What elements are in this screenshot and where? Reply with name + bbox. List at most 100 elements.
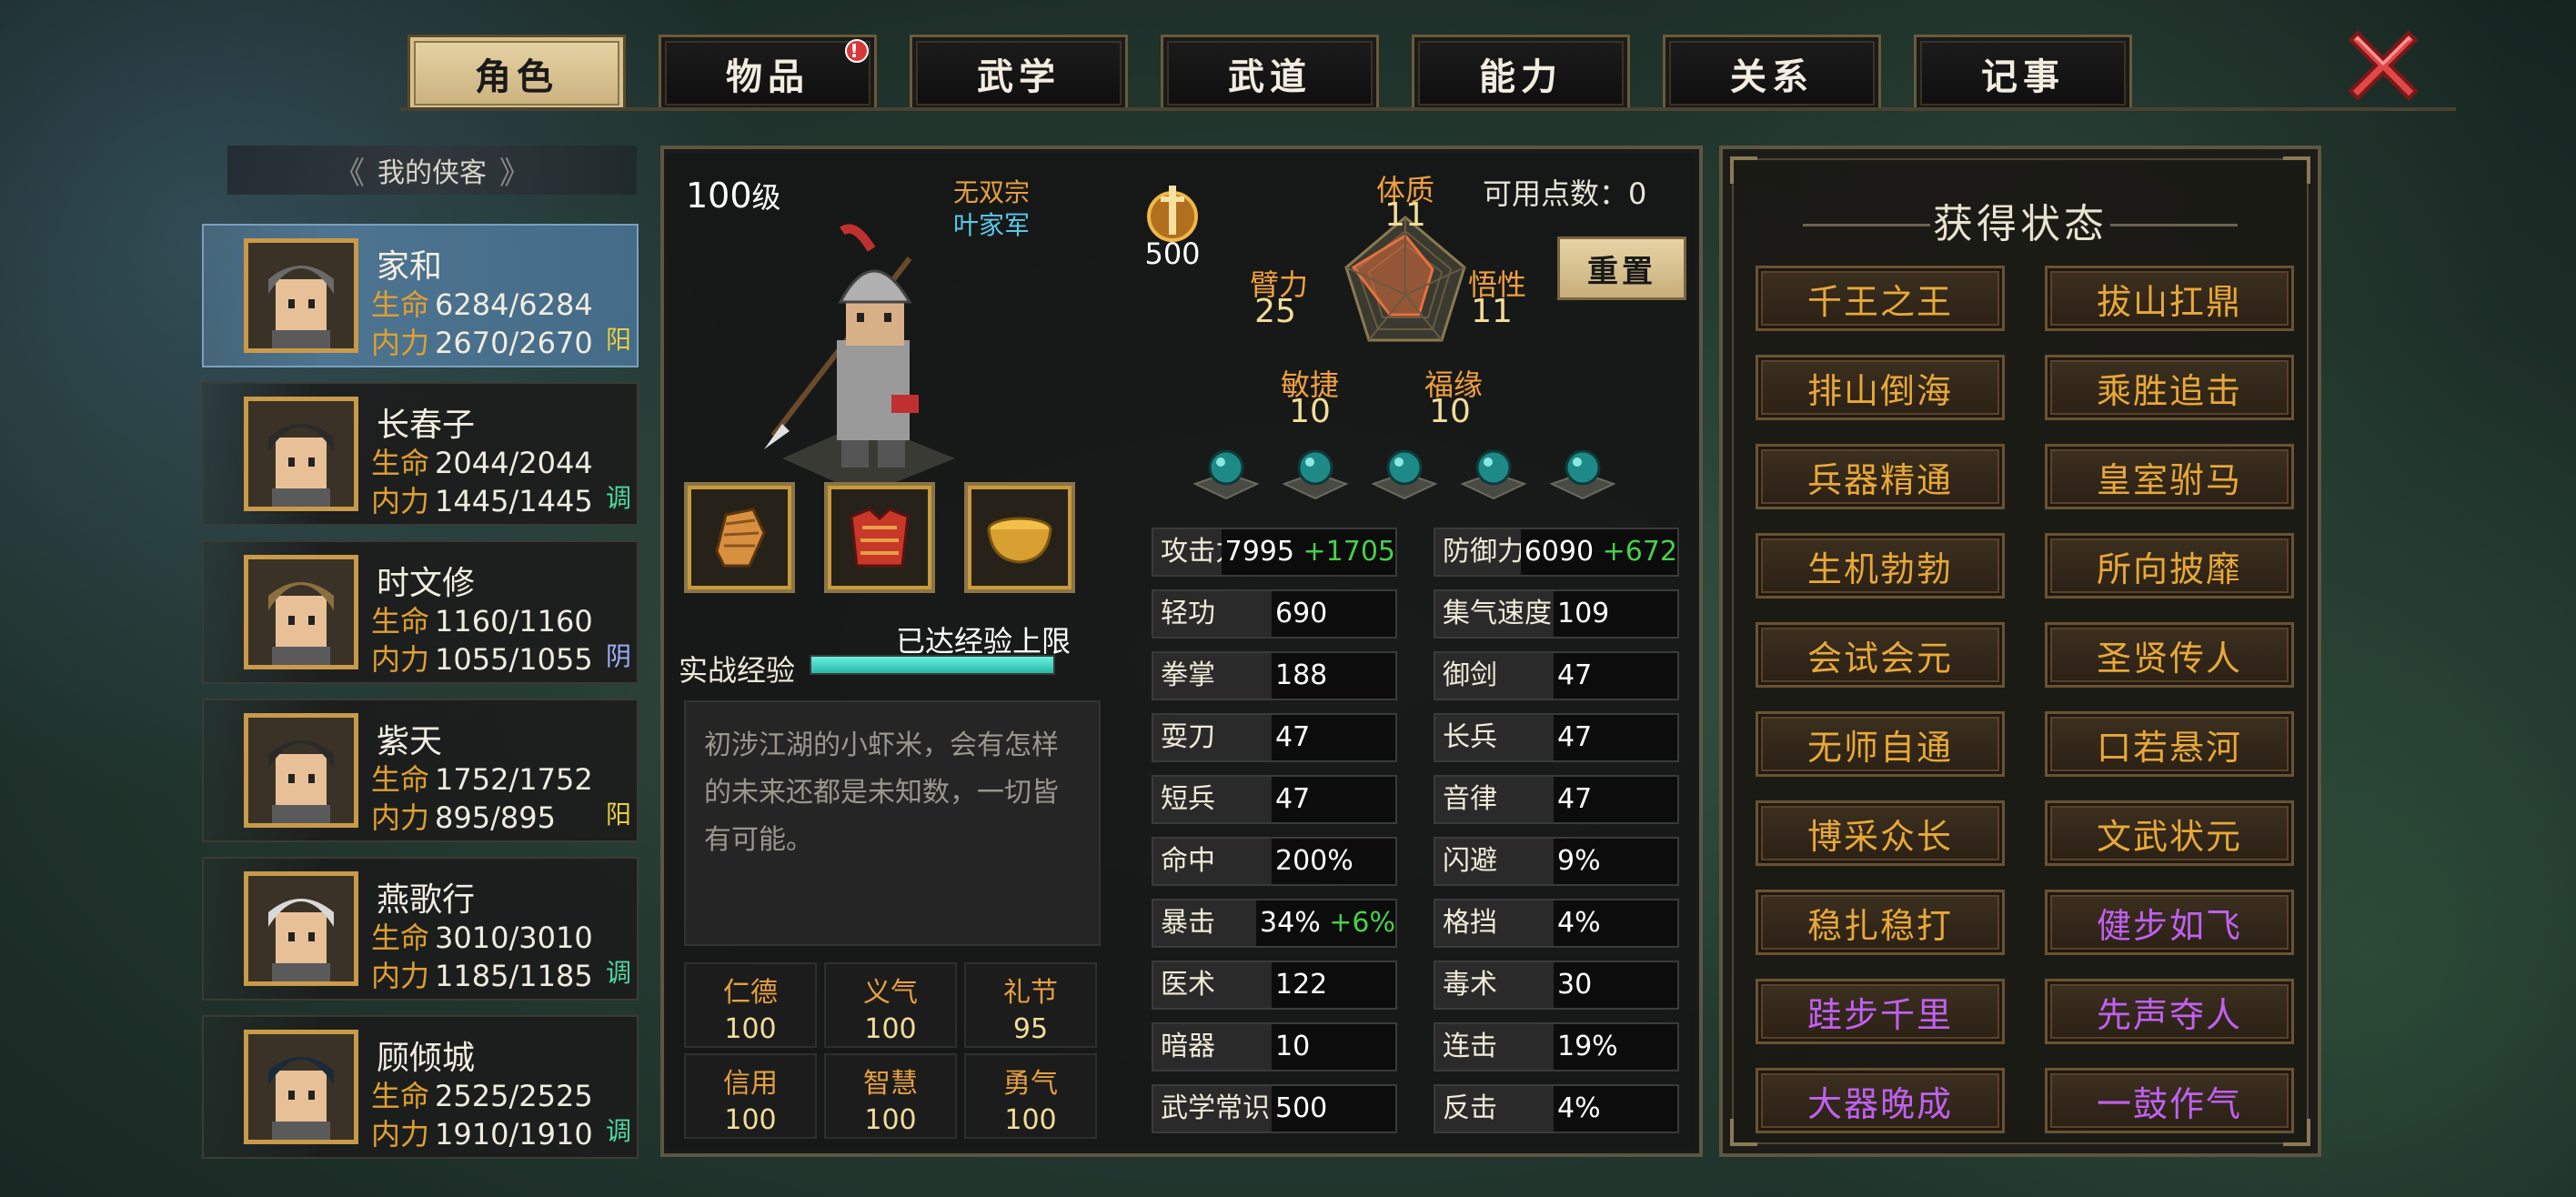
stat-name: 医术	[1153, 962, 1272, 1008]
status-effect-button[interactable]: 会试会元	[1756, 622, 2005, 688]
virtue-value: 95	[1012, 1013, 1049, 1045]
hero-hp: 生命 1752/1752	[371, 757, 593, 799]
mp-label: 内力	[371, 484, 430, 518]
status-effect-button[interactable]: 稳扎稳打	[1756, 890, 2005, 955]
hero-card[interactable]: 燕歌行 生命 3010/3010 内力 1185/1185 调	[202, 857, 639, 1001]
hero-card[interactable]: 顾倾城 生命 2525/2525 内力 1910/1910 调	[202, 1015, 639, 1159]
equip-slot-1[interactable]	[684, 482, 795, 593]
status-effect-button[interactable]: 排山倒海	[1756, 355, 2005, 420]
hero-hp: 生命 2525/2525	[371, 1073, 593, 1115]
hp-value: 3010/3010	[435, 920, 593, 955]
hero-card[interactable]: 家和 生命 6284/6284 内力 2670/2670 阳	[202, 224, 639, 367]
character-panel: 100级 无双宗 叶家军 实战经验 已达经验上限 初涉江湖的小虾米，会有怎样的未…	[660, 146, 1703, 1157]
tab-label: 能力	[1479, 55, 1563, 98]
virtue-name: 智慧	[863, 1068, 918, 1100]
close-button[interactable]	[2338, 20, 2429, 111]
hero-avatar-icon	[248, 1034, 354, 1140]
mp-label: 内力	[371, 326, 430, 360]
stat-value: 4%	[1557, 907, 1601, 939]
stat-value: 47	[1557, 659, 1593, 691]
stat-value: 188	[1275, 659, 1328, 691]
tab-1[interactable]: 物品!	[659, 35, 877, 109]
status-effect-button[interactable]: 乘胜追击	[2045, 355, 2294, 420]
equip-slot-2[interactable]	[824, 482, 935, 593]
tab-3[interactable]: 武道	[1161, 35, 1379, 109]
stat-name: 命中	[1153, 839, 1272, 884]
stat-value-box: 47	[1272, 715, 1395, 760]
status-effect-button[interactable]: 兵器精通	[1756, 444, 2005, 509]
tab-6[interactable]: 记事	[1914, 35, 2132, 109]
stat-value: 30	[1557, 969, 1593, 1001]
hero-avatar-icon	[248, 876, 354, 981]
status-effect-button[interactable]: 跬步千里	[1756, 979, 2005, 1044]
stat-value: 47	[1557, 783, 1593, 815]
attr-bili-value: 25	[1254, 293, 1296, 330]
stat-grid: 攻击力7995 +1705防御力6090 +672轻功690集气速度109拳掌1…	[1152, 528, 1679, 1133]
tab-0[interactable]: 角色	[408, 35, 626, 109]
stat-value-box: 47	[1554, 715, 1677, 760]
status-effect-button[interactable]: 一鼓作气	[2045, 1068, 2294, 1133]
stat-name: 武学常识	[1153, 1086, 1272, 1132]
hero-portrait	[244, 397, 358, 511]
stat-name: 反击	[1435, 1086, 1554, 1132]
status-effect-button[interactable]: 先声夺人	[2045, 979, 2294, 1044]
stat-name: 耍刀	[1153, 715, 1272, 760]
orb-slot[interactable]	[1370, 442, 1439, 506]
status-effect-button[interactable]: 大器晚成	[1756, 1068, 2005, 1133]
orb-slot[interactable]	[1281, 442, 1350, 506]
status-effect-button[interactable]: 拔山扛鼎	[2045, 266, 2294, 331]
points-value: 500	[1144, 236, 1201, 271]
hero-card[interactable]: 时文修 生命 1160/1160 内力 1055/1055 阴	[202, 540, 639, 684]
stat-value-box: 19%	[1554, 1024, 1677, 1070]
corner-ornament	[1730, 156, 1757, 184]
stat-name: 暴击	[1153, 900, 1257, 946]
stat-value-box: 109	[1554, 591, 1677, 637]
stat-name: 音律	[1435, 777, 1554, 822]
stat-row: 暗器 10	[1152, 1022, 1397, 1071]
status-effect-button[interactable]: 口若悬河	[2045, 711, 2294, 777]
stat-row: 短兵 47	[1152, 775, 1397, 824]
stat-value-box: 4%	[1554, 900, 1677, 946]
stat-value: 7995	[1224, 536, 1294, 568]
hero-list-header: 《 我的侠客 》	[227, 146, 637, 195]
orb-slot[interactable]	[1548, 442, 1617, 506]
orb-slot[interactable]	[1459, 442, 1528, 506]
hp-value: 1160/1160	[435, 604, 593, 639]
stat-name: 连击	[1435, 1024, 1554, 1070]
virtue-value: 100	[864, 1104, 917, 1136]
stat-value: 19%	[1557, 1031, 1618, 1062]
tab-label: 武道	[1228, 55, 1312, 98]
status-effect-button[interactable]: 圣贤传人	[2045, 622, 2294, 688]
tab-5[interactable]: 关系	[1663, 35, 1881, 109]
mp-label: 内力	[371, 642, 430, 677]
stat-value-box: 30	[1554, 962, 1677, 1008]
hp-label: 生命	[371, 287, 430, 322]
stat-value: 47	[1275, 783, 1311, 815]
hero-name: 家和	[377, 248, 443, 286]
hero-name: 顾倾城	[377, 1040, 476, 1077]
status-effect-button[interactable]: 千王之王	[1756, 266, 2005, 331]
stat-row: 攻击力7995 +1705	[1152, 528, 1397, 577]
status-panel-title: 获得状态	[1933, 201, 2108, 247]
hero-card[interactable]: 紫天 生命 1752/1752 内力 895/895 阳	[202, 699, 639, 842]
status-effect-button[interactable]: 生机勃勃	[1756, 533, 2005, 598]
stat-row: 集气速度 109	[1434, 589, 1679, 639]
status-effect-button[interactable]: 无师自通	[1756, 711, 2005, 777]
status-effect-button[interactable]: 博采众长	[1756, 800, 2005, 866]
equip-slot-3[interactable]	[964, 482, 1075, 593]
orb-slot[interactable]	[1192, 442, 1261, 506]
virtue-cell: 仁德 100	[684, 962, 817, 1048]
status-effect-button[interactable]: 健步如飞	[2045, 890, 2294, 955]
tab-4[interactable]: 能力	[1412, 35, 1630, 109]
status-effect-button[interactable]: 皇室驸马	[2045, 444, 2294, 509]
hero-mp: 内力 895/895	[371, 795, 556, 837]
virtue-cell: 礼节 95	[964, 962, 1097, 1048]
jade-orb-icon	[1371, 449, 1438, 500]
status-effect-button[interactable]: 文武状元	[2045, 800, 2294, 866]
status-effect-button[interactable]: 所向披靡	[2045, 533, 2294, 598]
tab-2[interactable]: 武学	[910, 35, 1128, 109]
stat-bonus: +6%	[1329, 907, 1395, 939]
stat-name: 闪避	[1435, 839, 1554, 884]
reset-button[interactable]: 重置	[1557, 236, 1686, 300]
hero-card[interactable]: 长春子 生命 2044/2044 内力 1445/1445 调	[202, 382, 639, 526]
